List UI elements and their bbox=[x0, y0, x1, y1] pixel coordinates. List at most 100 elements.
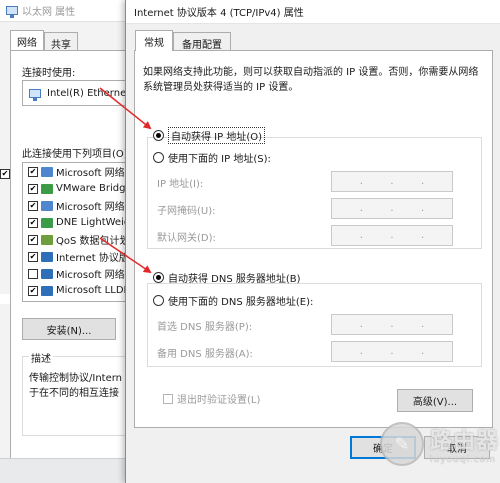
component-item[interactable]: Microsoft 网络 bbox=[23, 163, 131, 180]
network-service-icon bbox=[41, 183, 53, 194]
tab-sharing[interactable]: 共享 bbox=[44, 32, 78, 51]
component-checkbox[interactable] bbox=[28, 166, 38, 177]
dns-auto-radio[interactable] bbox=[153, 272, 164, 283]
gateway-label: 默认网关(D): bbox=[157, 232, 216, 244]
component-checkbox[interactable] bbox=[28, 285, 38, 296]
ip-dot: . bbox=[390, 230, 394, 241]
alternate-dns-label: 备用 DNS 服务器(A): bbox=[157, 348, 253, 360]
ip-address-input[interactable]: ... bbox=[331, 171, 453, 192]
description-legend: 描述 bbox=[29, 350, 53, 365]
ethernet-properties-title: 以太网 属性 bbox=[22, 7, 76, 18]
ip-auto-label[interactable]: 自动获得 IP 地址(O) bbox=[168, 127, 266, 144]
gateway-row: 默认网关(D): ... bbox=[157, 225, 487, 247]
component-item[interactable]: Internet 协议版 bbox=[23, 248, 131, 265]
ok-button[interactable]: 确定 bbox=[350, 436, 416, 459]
component-label: DNE LightWeig bbox=[56, 217, 131, 228]
alternate-dns-input[interactable]: ... bbox=[331, 341, 453, 362]
component-checkbox[interactable] bbox=[28, 217, 38, 228]
gateway-input[interactable]: ... bbox=[331, 225, 453, 246]
component-checkbox[interactable] bbox=[28, 251, 38, 262]
preferred-dns-row: 首选 DNS 服务器(P): ... bbox=[157, 314, 487, 336]
ip-auto-radio[interactable] bbox=[153, 130, 164, 141]
adapter-box: Intel(R) Ethernet bbox=[22, 80, 132, 106]
install-button[interactable]: 安装(N)... bbox=[22, 318, 116, 340]
ip-manual-radio[interactable] bbox=[153, 152, 164, 163]
tab-general[interactable]: 常规 bbox=[135, 30, 173, 51]
ip-dot: . bbox=[421, 230, 425, 241]
ip-dot: . bbox=[421, 203, 425, 214]
ip-dot: . bbox=[359, 203, 363, 214]
connect-using-label: 连接时使用: bbox=[22, 68, 76, 79]
validate-on-exit-row[interactable]: 退出时验证设置(L) bbox=[163, 391, 260, 406]
ip-auto-radio-row[interactable]: 自动获得 IP 地址(O) bbox=[153, 127, 266, 144]
dns-manual-label[interactable]: 使用下面的 DNS 服务器地址(E): bbox=[168, 293, 313, 308]
component-item[interactable]: DNE LightWeig bbox=[23, 214, 131, 231]
component-checkbox[interactable] bbox=[28, 268, 38, 279]
partial-checkbox bbox=[0, 169, 10, 179]
ip-dot: . bbox=[359, 319, 363, 330]
component-checkbox[interactable] bbox=[28, 234, 38, 245]
component-label: Microsoft LLDP bbox=[56, 285, 130, 296]
tab-network[interactable]: 网络 bbox=[10, 30, 44, 50]
component-label: Microsoft 网络 bbox=[56, 202, 125, 213]
dns-auto-radio-row[interactable]: 自动获得 DNS 服务器地址(B) bbox=[153, 270, 301, 285]
ip-address-label: IP 地址(I): bbox=[157, 178, 204, 190]
component-label: Internet 协议版 bbox=[56, 253, 129, 264]
ipv4-properties-dialog: Internet 协议版本 4 (TCP/IPv4) 属性 常规 备用配置 如果… bbox=[125, 0, 500, 483]
ip-dot: . bbox=[421, 346, 425, 357]
ip-dot: . bbox=[359, 230, 363, 241]
description-line: 传输控制协议/Intern bbox=[29, 373, 123, 384]
subnet-mask-input[interactable]: ... bbox=[331, 198, 453, 219]
network-client-icon bbox=[41, 200, 53, 211]
component-checkbox[interactable] bbox=[28, 183, 38, 194]
adapter-name: Intel(R) Ethernet bbox=[47, 87, 131, 99]
advanced-button[interactable]: 高级(V)... bbox=[397, 389, 473, 412]
description-group: 描述 传输控制协议/Intern 于在不同的相互连接 bbox=[22, 350, 132, 436]
components-list[interactable]: Microsoft 网络 VMware Bridg Microsoft 网络 DNE … bbox=[22, 162, 132, 302]
network-client-icon bbox=[41, 166, 53, 177]
partial-checkboxes bbox=[0, 160, 10, 314]
component-item[interactable]: Microsoft 网络 bbox=[23, 265, 131, 282]
ipv4-dialog-titlebar[interactable]: Internet 协议版本 4 (TCP/IPv4) 属性 bbox=[126, 0, 500, 24]
dns-manual-radio-row[interactable]: 使用下面的 DNS 服务器地址(E): bbox=[153, 293, 313, 308]
dns-auto-label[interactable]: 自动获得 DNS 服务器地址(B) bbox=[168, 270, 301, 285]
component-item[interactable]: Microsoft LLDP bbox=[23, 282, 131, 299]
background-bottom-strip bbox=[0, 458, 128, 483]
dns-manual-radio[interactable] bbox=[153, 295, 164, 306]
component-item[interactable]: VMware Bridg bbox=[23, 180, 131, 197]
validate-on-exit-checkbox[interactable] bbox=[163, 393, 173, 404]
ethernet-tabs: 网络 共享 bbox=[10, 30, 78, 51]
preferred-dns-label: 首选 DNS 服务器(P): bbox=[157, 321, 253, 333]
general-description: 如果网络支持此功能，则可以获取自动指派的 IP 设置。否则，你需要从网络系统管理… bbox=[143, 67, 479, 93]
components-label: 此连接使用下列项目(O): bbox=[22, 149, 132, 160]
ip-dot: . bbox=[421, 319, 425, 330]
validate-on-exit-label: 退出时验证设置(L) bbox=[177, 395, 261, 406]
qos-icon bbox=[41, 234, 53, 245]
protocol-icon bbox=[41, 251, 53, 262]
component-item[interactable]: QoS 数据包计划 bbox=[23, 231, 131, 248]
general-panel: 如果网络支持此功能，则可以获取自动指派的 IP 设置。否则，你需要从网络系统管理… bbox=[134, 50, 493, 428]
ip-manual-label[interactable]: 使用下面的 IP 地址(S): bbox=[168, 150, 271, 165]
partial-checkbox bbox=[0, 294, 10, 304]
ip-manual-radio-row[interactable]: 使用下面的 IP 地址(S): bbox=[153, 150, 271, 165]
component-label: Microsoft 网络 bbox=[56, 168, 125, 179]
protocol-icon bbox=[41, 268, 53, 279]
ip-dot: . bbox=[390, 176, 394, 187]
component-checkbox[interactable] bbox=[28, 200, 38, 211]
component-label: Microsoft 网络 bbox=[56, 270, 125, 281]
cancel-button[interactable]: 取消 bbox=[424, 436, 490, 459]
ethernet-properties-titlebar[interactable]: 以太网 属性 bbox=[0, 0, 127, 22]
component-label: QoS 数据包计划 bbox=[56, 236, 130, 247]
subnet-mask-row: 子网掩码(U): ... bbox=[157, 198, 487, 220]
tab-alternate-configuration[interactable]: 备用配置 bbox=[173, 32, 231, 51]
component-label: VMware Bridg bbox=[56, 183, 126, 194]
network-adapter-icon bbox=[6, 6, 18, 18]
ethernet-properties-window: 以太网 属性 网络 共享 连接时使用: Intel(R) Ethernet 此连… bbox=[0, 0, 135, 483]
ip-dot: . bbox=[390, 319, 394, 330]
component-item[interactable]: Microsoft 网络 bbox=[23, 197, 131, 214]
alternate-dns-row: 备用 DNS 服务器(A): ... bbox=[157, 341, 487, 363]
ip-dot: . bbox=[390, 203, 394, 214]
ipv4-tabs: 常规 备用配置 bbox=[135, 30, 231, 51]
preferred-dns-input[interactable]: ... bbox=[331, 314, 453, 335]
subnet-mask-label: 子网掩码(U): bbox=[157, 205, 216, 217]
